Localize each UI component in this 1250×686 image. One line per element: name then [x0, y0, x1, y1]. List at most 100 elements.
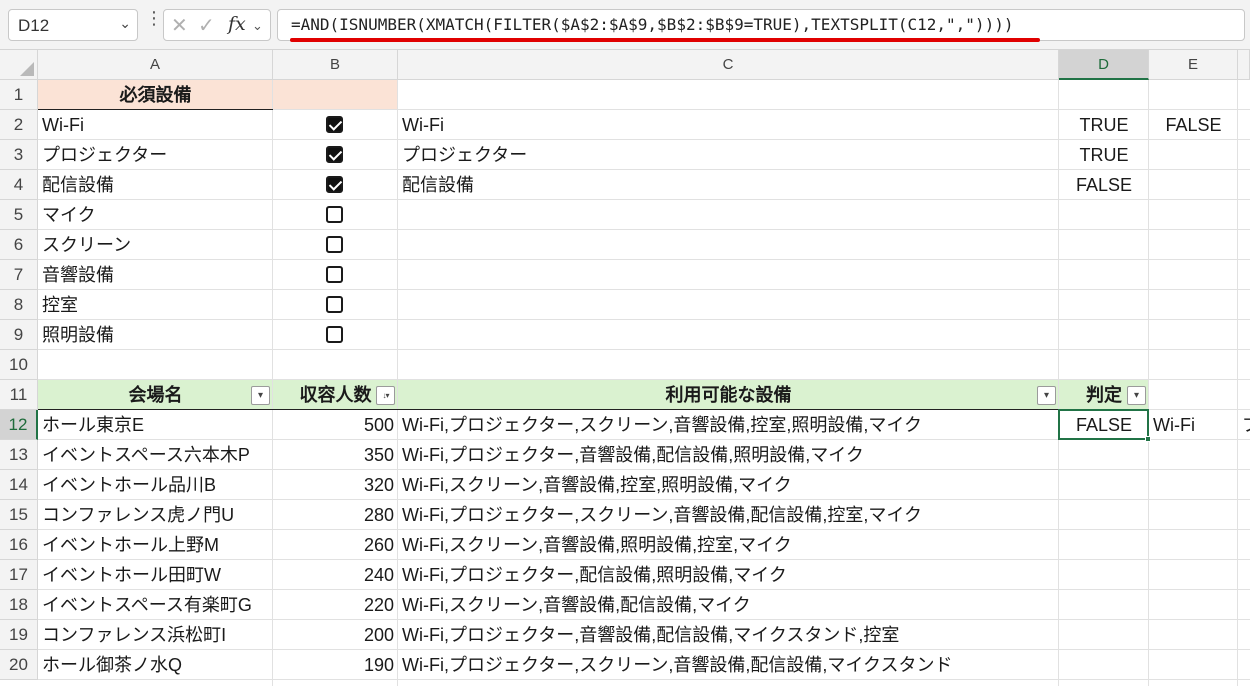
- checkbox[interactable]: [326, 236, 343, 253]
- checkbox[interactable]: [326, 176, 343, 193]
- row-header[interactable]: 6: [0, 230, 38, 260]
- capacity-cell[interactable]: 240: [273, 560, 398, 590]
- capacity-cell[interactable]: 320: [273, 470, 398, 500]
- bool-cell[interactable]: FALSE: [1149, 110, 1238, 140]
- select-all-corner[interactable]: [0, 50, 38, 80]
- column-header-e[interactable]: E: [1149, 50, 1238, 80]
- filter-sort-button-capacity[interactable]: ↓▾: [376, 386, 395, 405]
- formula-bar: D12 ⌄ ⋮ ✕ ✓ fx ⌄ =AND(ISNUMBER(XMATCH(FI…: [0, 0, 1250, 50]
- equipment-list-cell[interactable]: Wi-Fi,スクリーン,音響設備,配信設備,マイク: [398, 590, 1059, 620]
- spill-result-cell[interactable]: 配信設備: [398, 170, 1059, 200]
- row-header[interactable]: 2: [0, 110, 38, 140]
- equipment-list-cell[interactable]: Wi-Fi,スクリーン,音響設備,控室,照明設備,マイク: [398, 470, 1059, 500]
- equipment-list-cell[interactable]: Wi-Fi,プロジェクター,スクリーン,音響設備,配信設備,マイクスタンド: [398, 650, 1059, 680]
- equipment-name-cell[interactable]: 音響設備: [38, 260, 273, 290]
- row-header[interactable]: 14: [0, 470, 38, 500]
- equipment-list-cell[interactable]: Wi-Fi,プロジェクター,配信設備,照明設備,マイク: [398, 560, 1059, 590]
- equipment-name-cell[interactable]: 控室: [38, 290, 273, 320]
- cancel-icon[interactable]: ✕: [171, 13, 188, 38]
- equipment-name-cell[interactable]: Wi-Fi: [38, 110, 273, 140]
- row-header[interactable]: 17: [0, 560, 38, 590]
- equipment-list-cell[interactable]: Wi-Fi,スクリーン,音響設備,照明設備,控室,マイク: [398, 530, 1059, 560]
- spill-bool-cell[interactable]: FALSE: [1059, 170, 1149, 200]
- chevron-down-icon[interactable]: ⌄: [119, 15, 131, 32]
- more-options-icon[interactable]: ⋮: [145, 9, 163, 27]
- row-header[interactable]: 16: [0, 530, 38, 560]
- capacity-cell[interactable]: 350: [273, 440, 398, 470]
- capacity-cell[interactable]: 280: [273, 500, 398, 530]
- table-header-equipment[interactable]: 利用可能な設備: [398, 380, 1059, 410]
- capacity-cell[interactable]: 200: [273, 620, 398, 650]
- checkbox[interactable]: [326, 296, 343, 313]
- checkbox[interactable]: [326, 266, 343, 283]
- equipment-name-cell[interactable]: マイク: [38, 200, 273, 230]
- spill-bool-cell[interactable]: TRUE: [1059, 140, 1149, 170]
- name-box[interactable]: D12 ⌄: [8, 9, 138, 41]
- formula-text: =AND(ISNUMBER(XMATCH(FILTER($A$2:$A$9,$B…: [291, 15, 1014, 34]
- row-header[interactable]: 4: [0, 170, 38, 200]
- venue-name-cell[interactable]: ホール御茶ノ水Q: [38, 650, 273, 680]
- row-header[interactable]: 20: [0, 650, 38, 680]
- row-header[interactable]: 9: [0, 320, 38, 350]
- row-header[interactable]: 12: [0, 410, 38, 440]
- row-header[interactable]: 3: [0, 140, 38, 170]
- capacity-cell[interactable]: 260: [273, 530, 398, 560]
- active-cell-selection: [1058, 409, 1149, 440]
- filter-button-equipment[interactable]: ▾: [1037, 386, 1056, 405]
- formula-input[interactable]: =AND(ISNUMBER(XMATCH(FILTER($A$2:$A$9,$B…: [277, 9, 1245, 41]
- row-header[interactable]: 1: [0, 80, 38, 110]
- row-header[interactable]: 13: [0, 440, 38, 470]
- column-header-f[interactable]: [1238, 50, 1250, 80]
- filter-button-judgment[interactable]: ▾: [1127, 386, 1146, 405]
- row-header[interactable]: 15: [0, 500, 38, 530]
- capacity-cell[interactable]: 190: [273, 650, 398, 680]
- required-header-cell[interactable]: 必須設備: [38, 80, 273, 110]
- equipment-list-cell[interactable]: Wi-Fi,プロジェクター,音響設備,配信設備,マイクスタンド,控室: [398, 620, 1059, 650]
- venue-name-cell[interactable]: コンファレンス虎ノ門U: [38, 500, 273, 530]
- checkbox[interactable]: [326, 146, 343, 163]
- venue-name-cell[interactable]: イベントホール品川B: [38, 470, 273, 500]
- row-header[interactable]: 18: [0, 590, 38, 620]
- venue-name-cell[interactable]: イベントスペース有楽町G: [38, 590, 273, 620]
- venue-name-cell[interactable]: コンファレンス浜松町I: [38, 620, 273, 650]
- column-header-a[interactable]: A: [38, 50, 273, 80]
- spill-cell[interactable]: Wi-Fi: [1149, 410, 1238, 440]
- row-header[interactable]: 10: [0, 350, 38, 380]
- venue-name-cell[interactable]: イベントスペース六本木P: [38, 440, 273, 470]
- row-header[interactable]: 11: [0, 380, 38, 410]
- formula-buttons: ✕ ✓ fx ⌄: [163, 9, 271, 41]
- equipment-list-cell[interactable]: Wi-Fi,プロジェクター,スクリーン,音響設備,控室,照明設備,マイク: [398, 410, 1059, 440]
- fill-handle[interactable]: [1145, 436, 1151, 442]
- spill-bool-cell[interactable]: TRUE: [1059, 110, 1149, 140]
- equipment-list-cell[interactable]: Wi-Fi,プロジェクター,音響設備,配信設備,照明設備,マイク: [398, 440, 1059, 470]
- spill-result-cell[interactable]: プロジェクター: [398, 140, 1059, 170]
- venue-name-cell[interactable]: ホール東京E: [38, 410, 273, 440]
- column-header-c[interactable]: C: [398, 50, 1059, 80]
- venue-name-cell[interactable]: イベントホール田町W: [38, 560, 273, 590]
- column-header-d[interactable]: D: [1059, 50, 1149, 80]
- row-header[interactable]: 5: [0, 200, 38, 230]
- insert-function-icon[interactable]: fx: [228, 13, 246, 35]
- filter-button-venue[interactable]: ▾: [251, 386, 270, 405]
- checkbox[interactable]: [326, 206, 343, 223]
- capacity-cell[interactable]: 220: [273, 590, 398, 620]
- row-header[interactable]: 19: [0, 620, 38, 650]
- equipment-name-cell[interactable]: 配信設備: [38, 170, 273, 200]
- venue-name-cell[interactable]: イベントホール上野M: [38, 530, 273, 560]
- equipment-name-cell[interactable]: 照明設備: [38, 320, 273, 350]
- spill-cell[interactable]: プ: [1238, 410, 1250, 440]
- row-header[interactable]: 8: [0, 290, 38, 320]
- checkbox[interactable]: [326, 116, 343, 133]
- equipment-name-cell[interactable]: スクリーン: [38, 230, 273, 260]
- spill-result-cell[interactable]: Wi-Fi: [398, 110, 1059, 140]
- table-header-venue[interactable]: 会場名: [38, 380, 273, 410]
- checkbox[interactable]: [326, 326, 343, 343]
- enter-icon[interactable]: ✓: [198, 13, 215, 38]
- equipment-name-cell[interactable]: プロジェクター: [38, 140, 273, 170]
- equipment-list-cell[interactable]: Wi-Fi,プロジェクター,スクリーン,音響設備,配信設備,控室,マイク: [398, 500, 1059, 530]
- spreadsheet-grid: A B C D E 1 2 3 4 5 6 7 8 9 10 11 12 13 14 15 16 17 18 19 20 必須設備…: [0, 50, 1250, 686]
- column-header-b[interactable]: B: [273, 50, 398, 80]
- chevron-down-icon[interactable]: ⌄: [252, 18, 263, 34]
- row-header[interactable]: 7: [0, 260, 38, 290]
- capacity-cell[interactable]: 500: [273, 410, 398, 440]
